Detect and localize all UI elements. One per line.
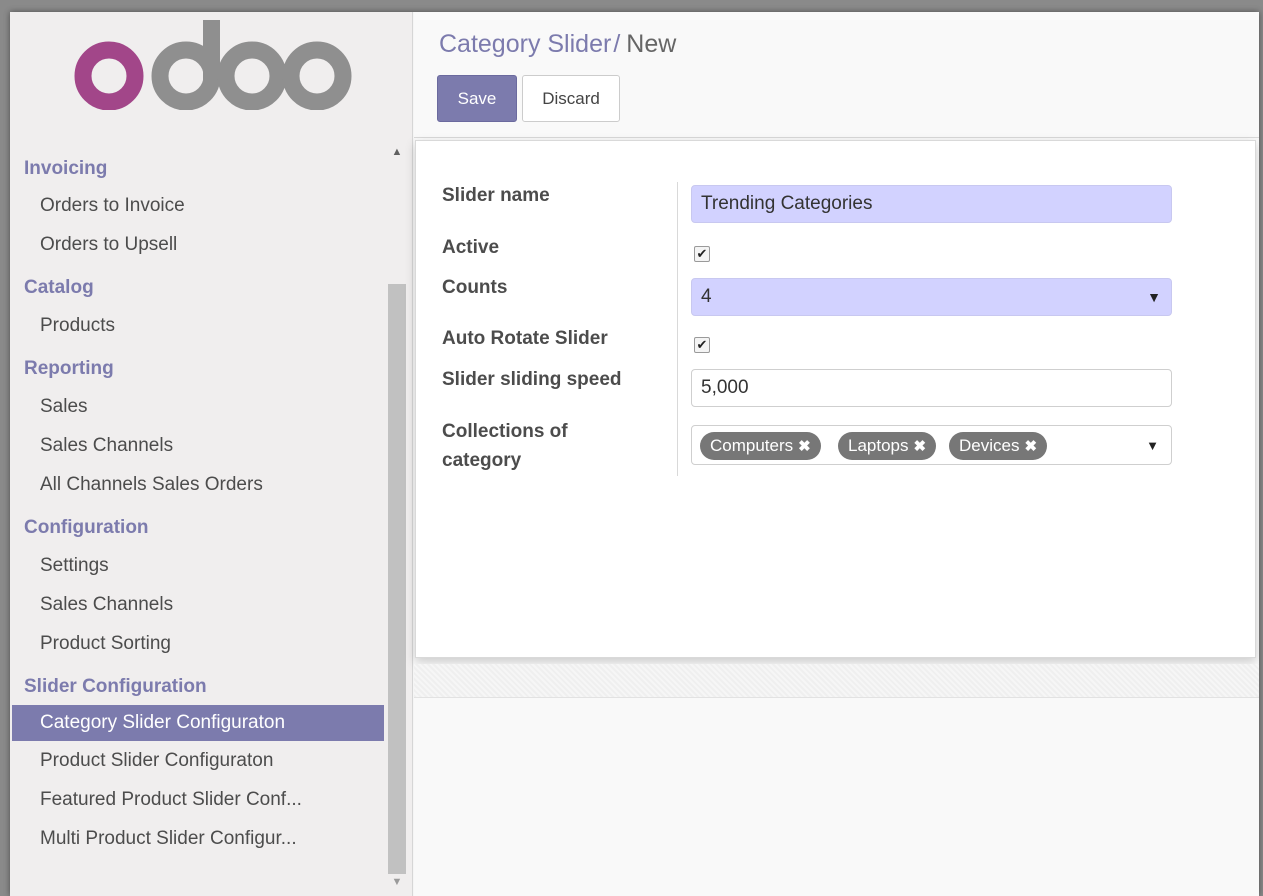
sidebar-item-orders-to-upsell[interactable]: Orders to Upsell (12, 225, 384, 264)
sidebar-item-sales-channels-config[interactable]: Sales Channels (12, 585, 384, 624)
auto-rotate-label: Auto Rotate Slider (442, 328, 608, 349)
discard-button[interactable]: Discard (522, 75, 620, 122)
sidebar-item-sales-channels-report[interactable]: Sales Channels (12, 426, 384, 465)
sidebar-item-all-channels-sales-orders[interactable]: All Channels Sales Orders (12, 465, 384, 504)
active-checkbox[interactable]: ✔ (694, 246, 710, 262)
sidebar-item-multi-product-slider[interactable]: Multi Product Slider Configur... (12, 819, 384, 858)
slider-name-input[interactable]: Trending Categories (691, 185, 1172, 223)
section-invoicing: Invoicing (24, 158, 108, 179)
remove-tag-icon[interactable]: ✖ (1024, 438, 1037, 455)
caret-down-icon: ▼ (1147, 289, 1161, 305)
sidebar-scrollbar[interactable]: ▲ ▼ (386, 142, 408, 892)
scroll-down-arrow-icon[interactable]: ▼ (386, 872, 408, 892)
tag-devices: Devices ✖ (949, 432, 1048, 460)
sheet-background-stripe (414, 664, 1259, 698)
breadcrumb: Category Slider/New (439, 30, 676, 59)
odoo-logo[interactable] (72, 18, 352, 110)
main-content: Category Slider/New Save Discard Slider … (414, 12, 1259, 896)
slider-name-label: Slider name (442, 185, 550, 206)
remove-tag-icon[interactable]: ✖ (914, 438, 927, 455)
tag-computers: Computers ✖ (700, 432, 821, 460)
tag-label: Laptops (848, 436, 909, 455)
active-label: Active (442, 237, 500, 258)
collections-label-line1: Collections of (442, 421, 568, 442)
speed-input[interactable]: 5,000 (691, 369, 1172, 407)
breadcrumb-current: New (626, 30, 677, 58)
sidebar-item-category-slider[interactable]: Category Slider Configuraton (12, 705, 384, 741)
speed-label: Slider sliding speed (442, 369, 622, 390)
scroll-up-arrow-icon[interactable]: ▲ (386, 142, 408, 162)
form-sheet: Slider name Trending Categories Active ✔… (415, 140, 1256, 658)
sidebar-item-product-sorting[interactable]: Product Sorting (12, 624, 384, 663)
sidebar-menu: Invoicing Orders to Invoice Orders to Up… (12, 152, 384, 858)
counts-selected-value: 4 (701, 286, 712, 307)
control-panel: Category Slider/New Save Discard (414, 12, 1259, 138)
sidebar-item-sales[interactable]: Sales (12, 387, 384, 426)
tag-laptops: Laptops ✖ (838, 432, 937, 460)
counts-label: Counts (442, 277, 508, 298)
section-configuration: Configuration (24, 517, 149, 538)
section-catalog: Catalog (24, 277, 94, 298)
collections-tags-input[interactable]: Computers ✖ Laptops ✖ Devices ✖ ▼ (691, 425, 1172, 465)
collections-label-line2: category (442, 450, 522, 471)
tag-label: Devices (959, 436, 1020, 455)
auto-rotate-checkbox[interactable]: ✔ (694, 337, 710, 353)
section-slider-configuration: Slider Configuration (24, 676, 207, 697)
sidebar-item-settings[interactable]: Settings (12, 546, 384, 585)
remove-tag-icon[interactable]: ✖ (798, 438, 811, 455)
sidebar-item-featured-product-slider[interactable]: Featured Product Slider Conf... (12, 780, 384, 819)
app-window: Invoicing Orders to Invoice Orders to Up… (10, 12, 1259, 896)
sidebar-item-orders-to-invoice[interactable]: Orders to Invoice (12, 186, 384, 225)
tag-label: Computers (710, 436, 794, 455)
sidebar-item-product-slider[interactable]: Product Slider Configuraton (12, 741, 384, 780)
counts-select[interactable]: 4 ▼ (691, 278, 1172, 316)
scrollbar-thumb[interactable] (388, 284, 406, 874)
breadcrumb-parent-link[interactable]: Category Slider (439, 30, 611, 58)
label-divider (677, 182, 678, 476)
sidebar: Invoicing Orders to Invoice Orders to Up… (10, 12, 413, 896)
sidebar-item-products[interactable]: Products (12, 306, 384, 345)
caret-down-icon[interactable]: ▼ (1146, 426, 1159, 466)
breadcrumb-separator: / (613, 30, 621, 58)
section-reporting: Reporting (24, 358, 114, 379)
save-button[interactable]: Save (437, 75, 517, 122)
